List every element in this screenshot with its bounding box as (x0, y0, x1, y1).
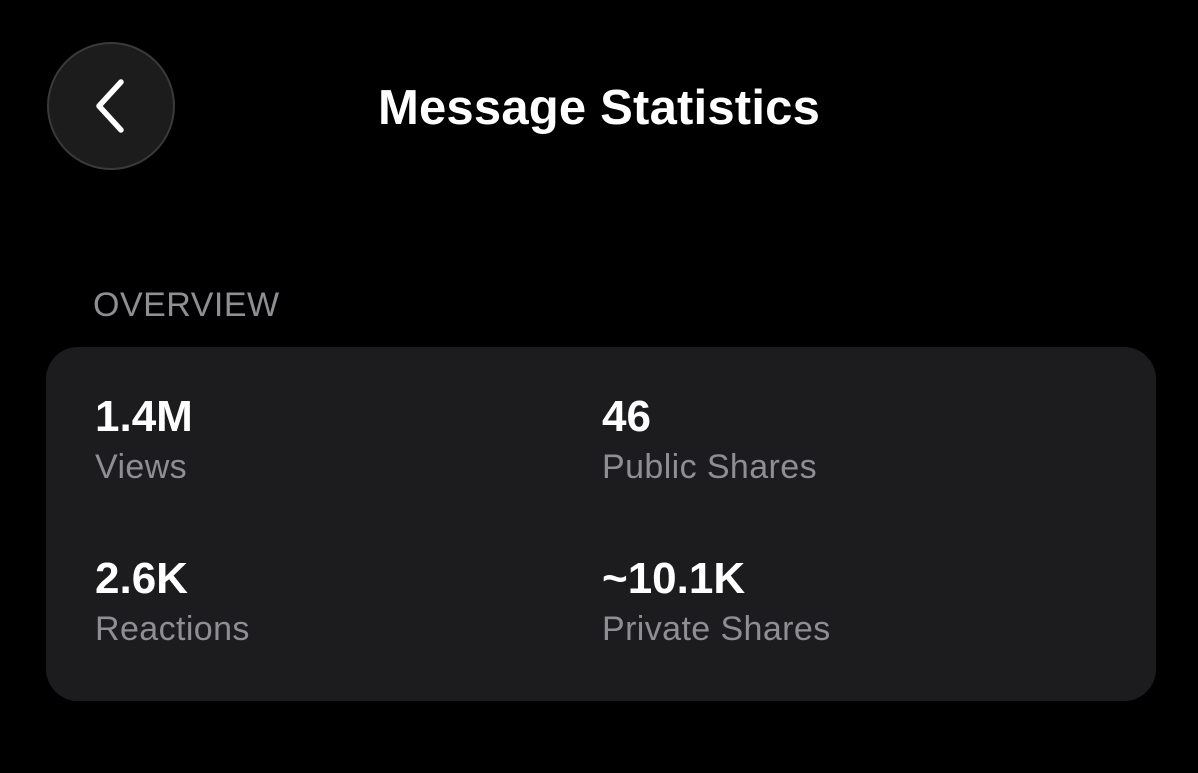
stat-value: 46 (602, 392, 651, 441)
stat-label: Views (95, 448, 188, 486)
stat-label: Private Shares (602, 610, 831, 648)
stat-value: 2.6K (95, 554, 188, 603)
overview-card: 1.4M Views 46 Public Shares 2.6K Reactio… (46, 347, 1156, 701)
stat-views: 1.4M Views (95, 391, 193, 489)
stat-public-shares: 46 Public Shares (602, 391, 817, 489)
stat-label: Reactions (95, 610, 250, 648)
section-label-overview: OVERVIEW (93, 286, 280, 324)
stat-label: Public Shares (602, 448, 817, 486)
stat-value: 1.4M (95, 392, 193, 441)
page-title: Message Statistics (377, 81, 821, 135)
stat-private-shares: ~10.1K Private Shares (602, 553, 831, 651)
message-statistics-screen: Message Statistics OVERVIEW 1.4M Views 4… (0, 0, 1198, 773)
stat-value: ~10.1K (602, 554, 746, 603)
stat-reactions: 2.6K Reactions (95, 553, 250, 651)
